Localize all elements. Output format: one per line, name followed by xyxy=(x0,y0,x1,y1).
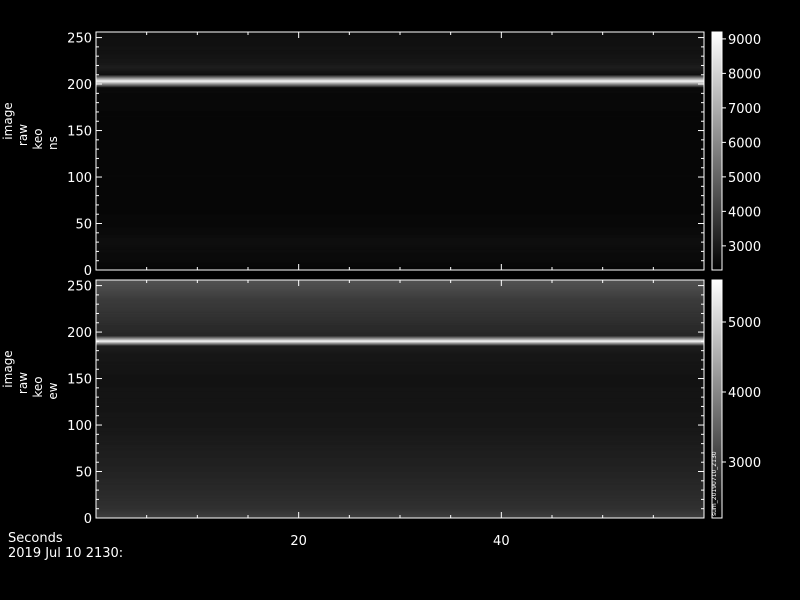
x-tick-label: 20 xyxy=(290,534,307,549)
image-rows xyxy=(96,280,704,519)
colorbar-tick-label: 6000 xyxy=(728,136,761,151)
colorbar-tick-label: 5000 xyxy=(728,316,761,331)
y-tick-label: 200 xyxy=(67,326,92,341)
y-axis-label: keo xyxy=(31,128,45,149)
y-tick-label: 100 xyxy=(67,171,92,186)
x-tick-label: 40 xyxy=(493,534,510,549)
colorbar-tick-label: 7000 xyxy=(728,102,761,117)
side-annotation: sum_20190710_2130 xyxy=(711,451,718,516)
colorbar-tick-label: 8000 xyxy=(728,67,761,82)
y-tick-label: 50 xyxy=(75,466,92,481)
keogram-figure: 050100150200250image raw keo ns300040005000… xyxy=(1,31,761,549)
timestamp-label: 2019 Jul 10 2130: xyxy=(8,546,124,561)
colorbar-tick-label: 4000 xyxy=(728,386,761,401)
image-rows xyxy=(96,32,704,271)
y-tick-label: 250 xyxy=(67,32,92,47)
y-axis-label: keo xyxy=(31,376,45,397)
y-tick-label: 250 xyxy=(67,280,92,295)
colorbar-tick-label: 9000 xyxy=(728,33,761,48)
y-axis-label: raw xyxy=(16,372,30,394)
y-axis-label: image xyxy=(1,350,15,387)
colorbar-tick-label: 4000 xyxy=(728,205,761,220)
y-axis-label: raw xyxy=(16,124,30,146)
y-tick-label: 150 xyxy=(67,373,92,388)
panel-ns: 0 50 100 150 200 250 image raw keo ns 3000 4000 5000… xyxy=(1,31,761,279)
y-tick-label: 0 xyxy=(84,512,92,527)
colorbar-tick-label: 3000 xyxy=(728,456,761,471)
y-tick-label: 200 xyxy=(67,78,92,93)
y-tick-label: 50 xyxy=(75,218,92,233)
y-axis-label: ns xyxy=(46,136,60,150)
colorbar-tick-label: 5000 xyxy=(728,171,761,186)
y-axis-label: image xyxy=(1,102,15,139)
y-tick-label: 0 xyxy=(84,264,92,279)
xaxis-label: Seconds xyxy=(8,531,63,546)
colorbar xyxy=(711,31,723,271)
y-axis-label: ew xyxy=(46,382,60,399)
y-tick-label: 150 xyxy=(67,125,92,140)
y-tick-label: 100 xyxy=(67,419,92,434)
colorbar-tick-label: 3000 xyxy=(728,240,761,255)
panel-ew: 0 50 100 150 200 250 20 40 image raw keo ew 3000 4000… xyxy=(1,279,761,549)
